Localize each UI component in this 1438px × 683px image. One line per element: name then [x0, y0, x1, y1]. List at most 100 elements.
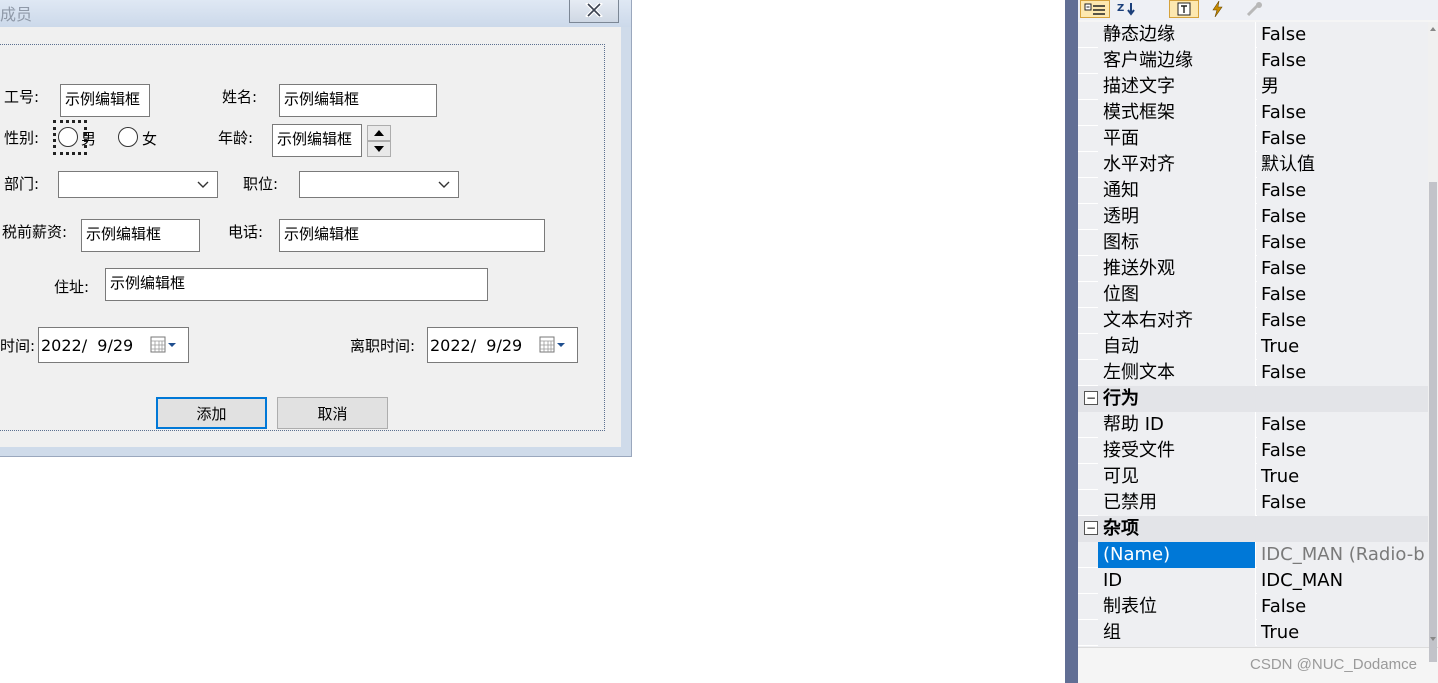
property-name[interactable]: 水平对齐: [1098, 152, 1256, 178]
property-row[interactable]: 接受文件 False: [1078, 438, 1428, 464]
position-combo[interactable]: [299, 171, 459, 198]
leave-date-picker[interactable]: 2022/ 9/29: [427, 327, 578, 363]
category-behavior[interactable]: − 行为: [1078, 386, 1428, 412]
property-value[interactable]: 男: [1257, 74, 1428, 100]
property-row[interactable]: ID IDC_MAN: [1078, 568, 1428, 594]
property-name[interactable]: 静态边缘: [1098, 22, 1256, 48]
property-row[interactable]: 透明 False: [1078, 204, 1428, 230]
categorized-button[interactable]: [1080, 0, 1110, 18]
property-name[interactable]: 模式框架: [1098, 100, 1256, 126]
property-row[interactable]: 组 True: [1078, 620, 1428, 646]
property-row[interactable]: 自动 True: [1078, 334, 1428, 360]
property-value[interactable]: False: [1257, 490, 1428, 516]
property-row[interactable]: 平面 False: [1078, 126, 1428, 152]
property-value[interactable]: False: [1257, 594, 1428, 620]
scrollbar-thumb[interactable]: [1429, 182, 1437, 662]
property-value[interactable]: False: [1257, 48, 1428, 74]
property-value[interactable]: True: [1257, 334, 1428, 360]
radio-male[interactable]: [58, 127, 78, 147]
property-value[interactable]: False: [1257, 412, 1428, 438]
property-value[interactable]: False: [1257, 126, 1428, 152]
property-value[interactable]: False: [1257, 204, 1428, 230]
property-name[interactable]: 平面: [1098, 126, 1256, 152]
property-value[interactable]: True: [1257, 464, 1428, 490]
property-name[interactable]: 推送外观: [1098, 256, 1256, 282]
spin-down-button[interactable]: [367, 141, 391, 157]
property-row[interactable]: 模式框架 False: [1078, 100, 1428, 126]
property-value[interactable]: 默认值: [1257, 152, 1428, 178]
property-name[interactable]: (Name): [1098, 542, 1256, 568]
age-input[interactable]: 示例编辑框: [272, 124, 362, 157]
spin-up-button[interactable]: [367, 125, 391, 141]
property-row[interactable]: 已禁用 False: [1078, 490, 1428, 516]
collapse-toggle-icon[interactable]: −: [1084, 391, 1098, 405]
properties-view-button[interactable]: [1169, 0, 1199, 18]
property-value[interactable]: IDC_MAN (Radio-b: [1257, 542, 1428, 568]
property-name[interactable]: 接受文件: [1098, 438, 1256, 464]
salary-input[interactable]: 示例编辑框: [81, 219, 200, 252]
property-row[interactable]: 制表位 False: [1078, 594, 1428, 620]
property-name[interactable]: 文本右对齐: [1098, 308, 1256, 334]
property-name[interactable]: 图标: [1098, 230, 1256, 256]
property-name[interactable]: 透明: [1098, 204, 1256, 230]
property-row[interactable]: 通知 False: [1078, 178, 1428, 204]
cancel-button[interactable]: 取消: [277, 397, 388, 429]
emp-id-input[interactable]: 示例编辑框: [60, 84, 150, 117]
property-name[interactable]: 描述文字: [1098, 74, 1256, 100]
property-row[interactable]: 文本右对齐 False: [1078, 308, 1428, 334]
dept-combo[interactable]: [58, 171, 218, 198]
property-name[interactable]: 已禁用: [1098, 490, 1256, 516]
add-button[interactable]: 添加: [156, 397, 267, 429]
property-name[interactable]: 左侧文本: [1098, 360, 1256, 386]
radio-female[interactable]: [118, 127, 138, 147]
phone-input[interactable]: 示例编辑框: [279, 219, 545, 252]
property-value[interactable]: False: [1257, 230, 1428, 256]
close-button[interactable]: [569, 0, 619, 23]
property-value[interactable]: IDC_MAN: [1257, 568, 1428, 594]
calendar-icon[interactable]: [539, 336, 565, 354]
property-row[interactable]: 图标 False: [1078, 230, 1428, 256]
property-name[interactable]: 可见: [1098, 464, 1256, 490]
address-input[interactable]: 示例编辑框: [105, 268, 488, 301]
calendar-icon[interactable]: [150, 336, 176, 354]
property-value[interactable]: False: [1257, 256, 1428, 282]
property-row[interactable]: 推送外观 False: [1078, 256, 1428, 282]
alphabetical-button[interactable]: Z: [1115, 0, 1141, 18]
property-row[interactable]: 客户端边缘 False: [1078, 48, 1428, 74]
dialog-titlebar[interactable]: 成员: [0, 0, 631, 27]
property-row[interactable]: 水平对齐 默认值: [1078, 152, 1428, 178]
property-grid-scrollbar[interactable]: [1428, 22, 1438, 662]
scroll-up-arrow-icon[interactable]: [1428, 24, 1438, 34]
age-spinner[interactable]: [367, 125, 391, 157]
scroll-down-arrow-icon[interactable]: [1428, 634, 1438, 644]
property-value[interactable]: False: [1257, 100, 1428, 126]
property-pages-button[interactable]: [1242, 0, 1268, 18]
property-value[interactable]: False: [1257, 178, 1428, 204]
property-value[interactable]: False: [1257, 22, 1428, 48]
hire-date-picker[interactable]: 2022/ 9/29: [38, 327, 189, 363]
property-name[interactable]: 通知: [1098, 178, 1256, 204]
property-value[interactable]: True: [1257, 620, 1428, 646]
property-name[interactable]: 组: [1098, 620, 1256, 646]
property-value[interactable]: False: [1257, 282, 1428, 308]
property-row[interactable]: 位图 False: [1078, 282, 1428, 308]
property-row[interactable]: 左侧文本 False: [1078, 360, 1428, 386]
property-name[interactable]: 制表位: [1098, 594, 1256, 620]
property-row[interactable]: 帮助 ID False: [1078, 412, 1428, 438]
events-button[interactable]: [1204, 0, 1230, 18]
property-name[interactable]: 自动: [1098, 334, 1256, 360]
collapse-toggle-icon[interactable]: −: [1084, 521, 1098, 535]
property-name[interactable]: 帮助 ID: [1098, 412, 1256, 438]
category-misc[interactable]: − 杂项: [1078, 516, 1428, 542]
property-name[interactable]: ID: [1098, 568, 1256, 594]
property-value[interactable]: False: [1257, 308, 1428, 334]
property-row[interactable]: 静态边缘 False: [1078, 22, 1428, 48]
property-row[interactable]: 描述文字男: [1078, 74, 1428, 100]
property-row[interactable]: 可见 True: [1078, 464, 1428, 490]
property-value[interactable]: False: [1257, 438, 1428, 464]
property-value[interactable]: False: [1257, 360, 1428, 386]
property-name[interactable]: 位图: [1098, 282, 1256, 308]
property-row[interactable]: (Name) IDC_MAN (Radio-b: [1078, 542, 1428, 568]
property-name[interactable]: 客户端边缘: [1098, 48, 1256, 74]
name-input[interactable]: 示例编辑框: [279, 84, 437, 117]
